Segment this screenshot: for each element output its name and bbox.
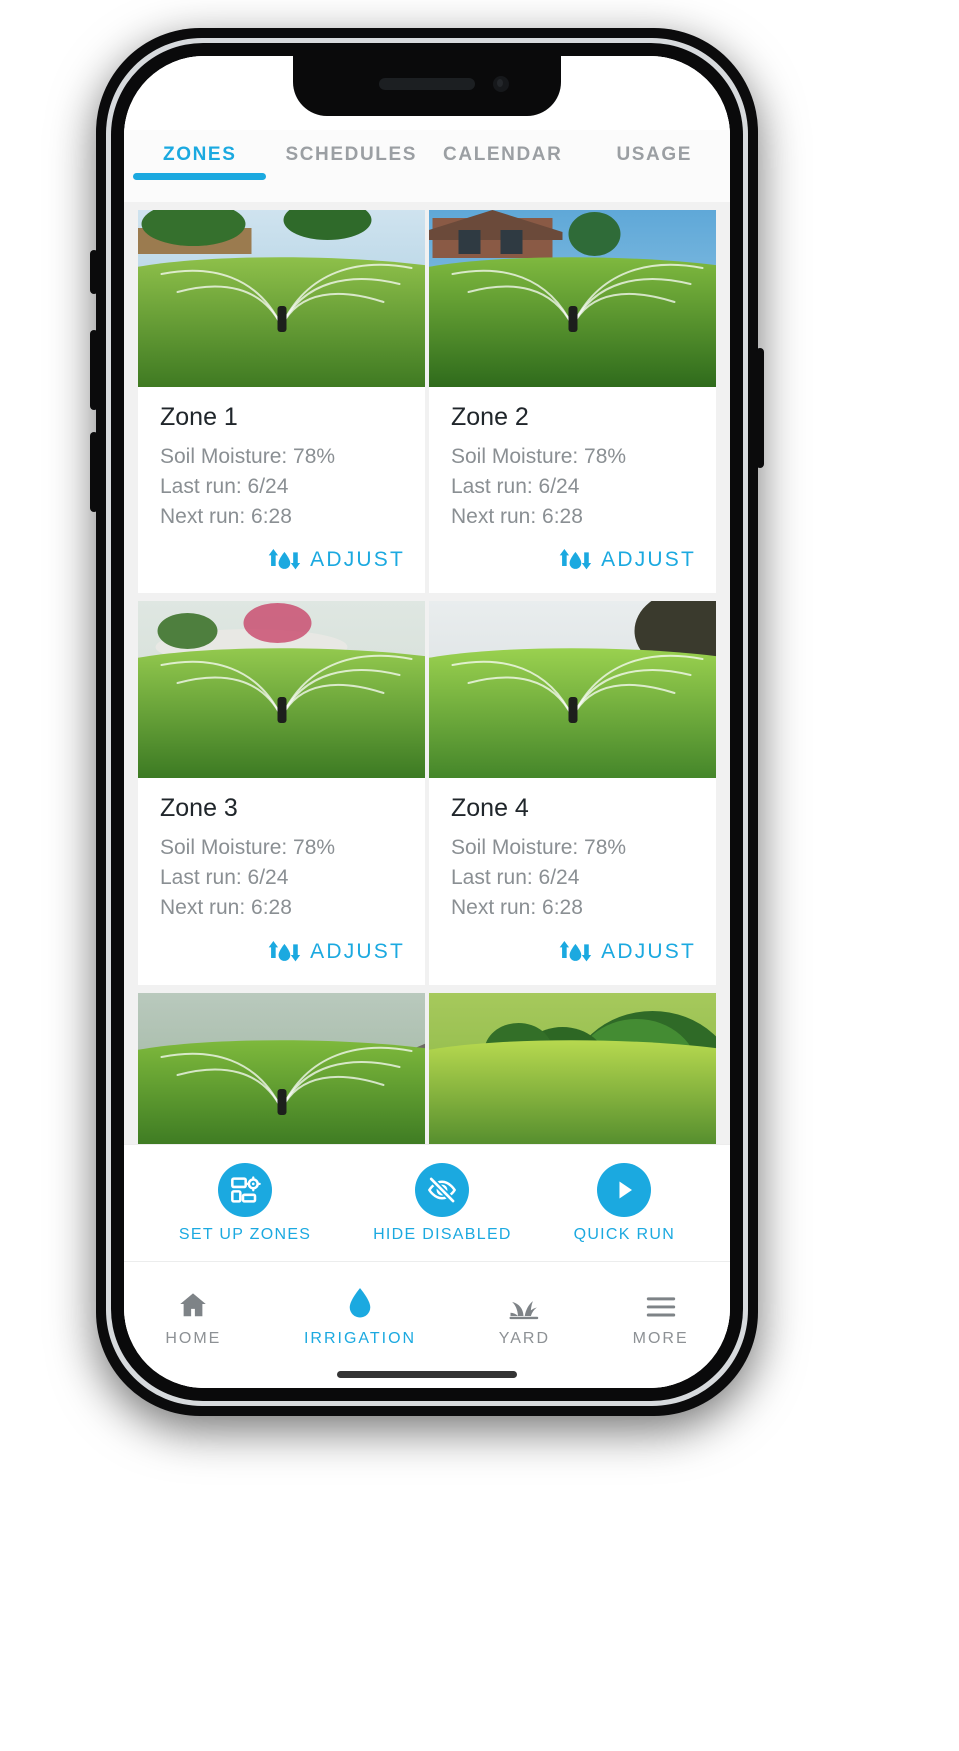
tab-schedules-label: SCHEDULES [285,144,418,165]
arrows-droplet-icon [267,547,301,573]
zone-info: Zone 2 Soil Moisture: 78% Last run: 6/24 Ne… [429,387,716,537]
nav-item-home[interactable]: HOME [165,1288,221,1348]
tab-schedules[interactable]: SCHEDULES [276,136,428,166]
adjust-label: ADJUST [310,548,405,572]
tab-usage[interactable]: USAGE [579,136,731,166]
zone-photo [138,210,425,387]
arrows-droplet-icon [558,547,592,573]
zone-name: Zone 1 [160,403,238,431]
earpiece-speaker [379,78,475,90]
zone-card[interactable]: Zone 6Soil Moisture: 78%Last run: 6/24Ne… [429,992,716,1145]
arrows-droplet-icon [558,939,592,965]
zone-photo [429,992,716,1145]
zone-photo [138,601,425,779]
nav-more-label: MORE [632,1330,689,1347]
zone-last-run: Last run: 6/24 [160,866,289,890]
zone-card[interactable]: Zone 2 Soil Moisture: 78% Last run: 6/24 Ne… [429,210,716,594]
app-container: ZONES SCHEDULES CALENDAR USAGE Zone 1 Soi… [124,56,730,1388]
zone-next-run: Next run: 6:28 [451,896,583,920]
zone-grid: Zone 1 Soil Moisture: 78% Last run: 6/24 Ne… [124,210,730,1145]
nav-yard-label: YARD [498,1330,551,1347]
top-tab-bar: ZONES SCHEDULES CALENDAR USAGE [124,130,730,202]
nav-irrigation-label: IRRIGATION [303,1330,417,1347]
zone-name: Zone 4 [451,794,529,823]
hide-disabled-button[interactable]: HIDE DISABLED [373,1162,512,1244]
zones-scroll-area[interactable]: Zone 1 Soil Moisture: 78% Last run: 6/24 Ne… [124,202,730,1145]
zone-card-footer: ADJUST [429,537,716,593]
zone-soil-moisture: Soil Moisture: 78% [160,836,336,860]
mute-switch[interactable] [90,250,98,294]
zone-last-run: Last run: 6/24 [451,474,580,498]
zone-next-run: Next run: 6:28 [160,504,292,528]
grass-icon [506,1288,542,1320]
zone-next-run: Next run: 6:28 [451,504,583,528]
power-button[interactable] [756,348,764,468]
zone-info: Zone 4 Soil Moisture: 78% Last run: 6/24 Ne… [429,778,716,928]
tab-calendar-label: CALENDAR [443,144,563,165]
zone-card[interactable]: Zone 1 Soil Moisture: 78% Last run: 6/24 Ne… [138,210,425,594]
volume-down-button[interactable] [90,432,98,512]
nav-home-label: HOME [165,1330,222,1347]
zone-card-footer: ADJUST [429,929,716,985]
nav-item-irrigation[interactable]: IRRIGATION [304,1288,416,1348]
zone-setup-gear-icon [218,1162,273,1217]
zone-photo [429,601,716,779]
home-icon [175,1288,211,1320]
adjust-label: ADJUST [601,548,696,572]
zone-action-bar: SET UP ZONES HIDE DISABLED QUICK RUN [124,1145,730,1261]
nav-item-yard[interactable]: YARD [499,1288,550,1348]
zone-name: Zone 2 [451,403,529,431]
bottom-navigation-bar: HOME IRRIGATION YARD MORE [124,1261,730,1388]
eye-off-icon [415,1162,470,1217]
zone-soil-moisture: Soil Moisture: 78% [451,445,627,468]
tab-usage-label: USAGE [616,144,693,165]
zone-card[interactable]: Zone 5Soil Moisture: 78%Last run: 6/24Ne… [138,992,425,1145]
adjust-button[interactable]: ADJUST [558,547,696,573]
front-camera [493,76,509,92]
zone-photo [429,210,716,387]
water-drop-icon [342,1288,378,1320]
tab-zones[interactable]: ZONES [124,136,276,180]
nav-item-more[interactable]: MORE [633,1288,689,1348]
phone-screen: ZONES SCHEDULES CALENDAR USAGE Zone 1 Soi… [124,56,730,1388]
volume-up-button[interactable] [90,330,98,410]
zone-soil-moisture: Soil Moisture: 78% [160,445,336,468]
zone-info: Zone 3 Soil Moisture: 78% Last run: 6/24 Ne… [138,778,425,928]
zone-photo [138,992,425,1145]
zone-name: Zone 3 [160,794,238,823]
play-icon [597,1162,652,1217]
adjust-label: ADJUST [601,939,696,963]
set-up-zones-button[interactable]: SET UP ZONES [178,1162,312,1244]
adjust-label: ADJUST [310,939,405,963]
zone-card-footer: ADJUST [138,929,425,985]
tab-calendar[interactable]: CALENDAR [427,136,579,166]
zone-last-run: Last run: 6/24 [160,474,289,498]
adjust-button[interactable]: ADJUST [267,939,405,965]
arrows-droplet-icon [267,939,301,965]
adjust-button[interactable]: ADJUST [267,547,405,573]
zone-card-footer: ADJUST [138,537,425,593]
zone-card[interactable]: Zone 4 Soil Moisture: 78% Last run: 6/24 Ne… [429,601,716,985]
zone-last-run: Last run: 6/24 [451,866,580,890]
tab-zones-label: ZONES [163,144,237,165]
zone-card[interactable]: Zone 3 Soil Moisture: 78% Last run: 6/24 Ne… [138,601,425,985]
home-indicator [337,1371,517,1378]
screenshot-root: ZONES SCHEDULES CALENDAR USAGE Zone 1 Soi… [0,0,959,1751]
set-up-zones-label: SET UP ZONES [178,1225,312,1243]
hide-disabled-label: HIDE DISABLED [373,1225,512,1243]
quick-run-button[interactable]: QUICK RUN [573,1162,676,1244]
quick-run-label: QUICK RUN [573,1225,676,1243]
zone-next-run: Next run: 6:28 [160,896,292,920]
adjust-button[interactable]: ADJUST [558,939,696,965]
zone-info: Zone 1 Soil Moisture: 78% Last run: 6/24 Ne… [138,387,425,537]
zone-soil-moisture: Soil Moisture: 78% [451,836,627,860]
hamburger-menu-icon [643,1288,679,1320]
